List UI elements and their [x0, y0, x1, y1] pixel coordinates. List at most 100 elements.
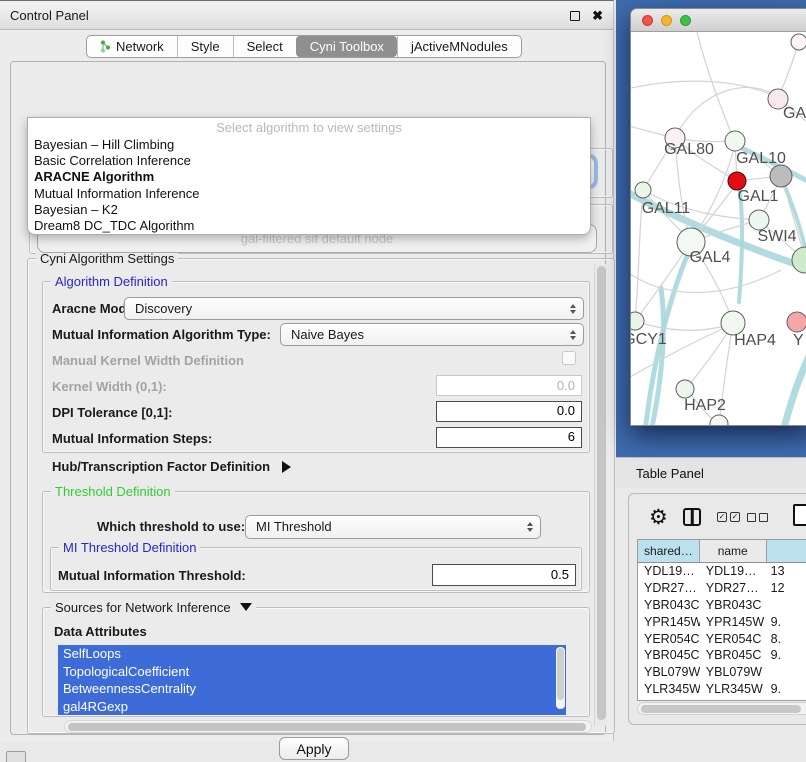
table-horizontal-scrollbar[interactable] [637, 702, 806, 715]
scrollbar-thumb[interactable] [641, 705, 801, 713]
algorithm-dropdown-popup: Select algorithm to view settings Bayesi… [27, 117, 591, 235]
export-table-icon[interactable] [793, 504, 806, 526]
table-row[interactable]: YPR145WYPR145W9. [638, 614, 806, 631]
hub-definition-label: Hub/Transcription Factor Definition [52, 459, 270, 474]
tab-style[interactable]: Style [177, 36, 233, 57]
column-header-name[interactable]: name [700, 540, 767, 562]
node-label: GAL [783, 105, 806, 122]
node-label: GAL80 [664, 141, 714, 158]
attribute-item[interactable]: SelfLoops [58, 645, 566, 663]
sources-group-title[interactable]: Sources for Network Inference [51, 600, 256, 615]
settings-horizontal-scrollbar[interactable] [64, 720, 592, 733]
table-row[interactable]: YLR345WYLR345W9. [638, 681, 806, 698]
which-threshold-label: Which threshold to use: [97, 519, 245, 534]
network-edge [635, 321, 733, 330]
network-node[interactable] [791, 34, 806, 50]
mi-type-label: Mutual Information Algorithm Type: [52, 327, 271, 342]
select-all-icon[interactable]: ✓✓ [717, 512, 740, 522]
hub-definition-toggle[interactable]: Hub/Transcription Factor Definition [52, 459, 291, 474]
network-edge [631, 81, 778, 98]
tab-select[interactable]: Select [233, 36, 296, 57]
table-cell: YBR043C [700, 597, 767, 614]
algorithm-option[interactable]: Mutual Information Inference [28, 186, 590, 202]
attribute-item[interactable]: gal4RGexp [58, 698, 566, 716]
node-table[interactable]: shared… name YDL19…YDL19…13YDR27…YDR27…1… [637, 539, 806, 701]
minimize-traffic-light[interactable] [661, 15, 672, 26]
table-row[interactable]: YDL19…YDL19…13 [638, 563, 806, 580]
network-node-gal1[interactable] [749, 210, 769, 230]
tab-network[interactable]: Network [87, 36, 177, 57]
cytoscape-desktop: GALGAL80GAL10GAL1GAL11SWI4GAL4GCY1HAP4YH… [616, 0, 806, 457]
settings-vertical-scrollbar[interactable] [594, 264, 607, 726]
mi-type-combo[interactable]: Naive Bayes [280, 323, 584, 346]
algorithm-option[interactable]: ARACNE Algorithm [28, 169, 590, 185]
table-cell: 9. [767, 681, 806, 698]
table-cell: YBR045C [638, 647, 700, 664]
table-cell: 9. [767, 698, 806, 701]
attributes-scrollbar[interactable] [556, 647, 565, 709]
network-node-gal11[interactable] [635, 182, 651, 198]
column-view-icon[interactable] [683, 508, 701, 526]
column-header-third[interactable] [767, 540, 806, 562]
attribute-item[interactable]: TopologicalCoefficient [58, 663, 566, 681]
scrollbar-thumb[interactable] [557, 648, 564, 700]
data-attributes-list[interactable]: SelfLoopsTopologicalCoefficientBetweenne… [58, 645, 566, 715]
table-row[interactable]: YBL079WYBL079W [638, 664, 806, 681]
table-cell: YIL052C [638, 698, 700, 701]
tab-cyni-toolbox[interactable]: Cyni Toolbox [296, 36, 397, 57]
network-node-gal10[interactable] [725, 131, 745, 151]
stepper-icon [570, 330, 576, 340]
network-node[interactable] [770, 165, 792, 187]
kernel-width-field[interactable]: 0.0 [436, 375, 582, 396]
table-cell: YDL19… [700, 563, 767, 580]
table-row[interactable]: YBR043CYBR043C [638, 597, 806, 614]
tab-jactivemnodules[interactable]: jActiveMNodules [397, 36, 521, 57]
gear-icon[interactable]: ⚙ [649, 505, 668, 530]
algorithm-option[interactable]: Basic Correlation Inference [28, 153, 590, 169]
network-canvas[interactable]: GALGAL80GAL10GAL1GAL11SWI4GAL4GCY1HAP4YH… [631, 32, 806, 425]
close-traffic-light[interactable] [642, 15, 653, 26]
network-node-y[interactable] [787, 312, 806, 332]
scrollbar-thumb[interactable] [68, 723, 586, 731]
tab-network-label: Network [116, 36, 164, 57]
table-cell: YDR27… [638, 580, 700, 597]
network-view-window[interactable]: GALGAL80GAL10GAL1GAL11SWI4GAL4GCY1HAP4YH… [630, 8, 806, 426]
deselect-all-icon[interactable] [747, 513, 768, 522]
table-cell: YER054C [700, 631, 767, 648]
network-node-hap2[interactable] [676, 380, 694, 398]
network-node-gcy1[interactable] [631, 312, 644, 330]
attribute-item[interactable]: BetweennessCentrality [58, 680, 566, 698]
table-cell: YBR045C [700, 647, 767, 664]
scrollbar-thumb[interactable] [597, 266, 606, 720]
aracne-mode-combo[interactable]: Discovery [124, 297, 584, 320]
algorithm-option[interactable]: Bayesian – Hill Climbing [28, 137, 590, 153]
manual-kernel-checkbox[interactable] [562, 351, 576, 365]
table-cell: YBL079W [700, 664, 767, 681]
network-edge [697, 32, 734, 140]
zoom-traffic-light[interactable] [680, 15, 691, 26]
table-row[interactable]: YDR27…YDR27…12 [638, 580, 806, 597]
mi-type-value: Naive Bayes [291, 327, 364, 342]
which-threshold-combo[interactable]: MI Threshold [245, 515, 541, 539]
dpi-tolerance-field[interactable]: 0.0 [436, 401, 582, 422]
table-cell: 9. [767, 614, 806, 631]
algorithm-option[interactable]: Dream8 DC_TDC Algorithm [28, 218, 590, 234]
table-row[interactable]: YBR045CYBR045C9. [638, 647, 806, 664]
mi-threshold-field[interactable]: 0.5 [432, 564, 576, 586]
float-window-icon[interactable] [570, 11, 580, 21]
threshold-definition-title: Threshold Definition [51, 484, 175, 499]
mi-steps-field[interactable]: 6 [436, 427, 582, 448]
algorithm-option[interactable]: Bayesian – K2 [28, 202, 590, 218]
table-row[interactable]: YIL052CYIL052C9. [638, 698, 806, 701]
table-cell: YLR345W [638, 681, 700, 698]
close-icon[interactable]: ✖ [592, 11, 603, 21]
apply-button[interactable]: Apply [279, 737, 349, 760]
table-cell: YBL079W [638, 664, 700, 681]
network-node[interactable] [710, 415, 728, 425]
cyni-algorithm-settings-group: Cyni Algorithm Settings Algorithm Defini… [27, 258, 615, 734]
minimized-panel-icon[interactable] [6, 751, 26, 762]
network-tab-icon [100, 40, 111, 53]
table-row[interactable]: YER054CYER054C8. [638, 631, 806, 648]
network-window-titlebar [631, 9, 806, 32]
column-header-shared[interactable]: shared… [638, 540, 700, 562]
